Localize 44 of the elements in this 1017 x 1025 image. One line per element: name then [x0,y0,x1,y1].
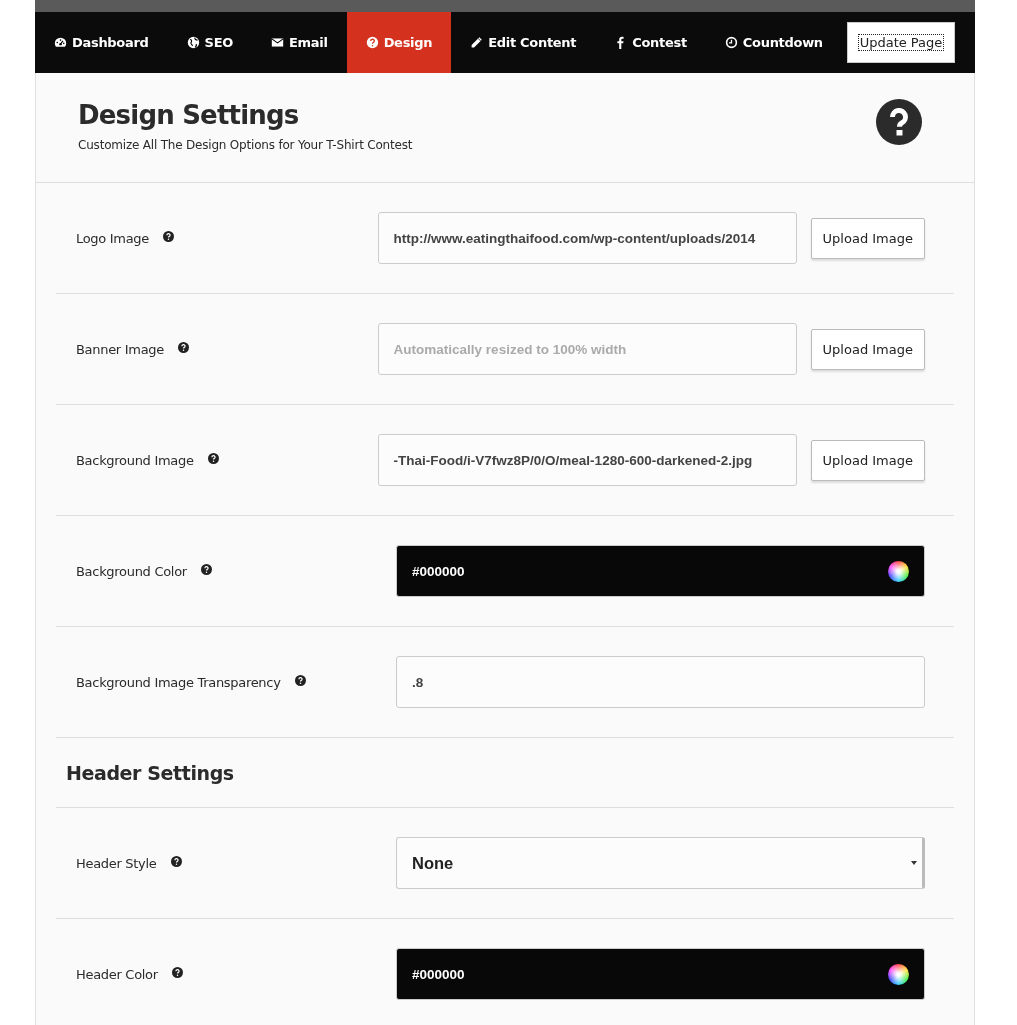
pencil-icon [470,36,484,49]
help-icon [177,341,189,353]
clock-icon [724,36,738,49]
field-label: Logo Image [76,230,150,246]
field-label: Background Image Transparency [76,674,281,690]
field-label: Header Style [76,855,157,871]
field-label: Banner Image [76,341,164,357]
nav-tab[interactable]: SEO [167,12,252,73]
help-icon [170,855,182,867]
help-icon [200,563,212,575]
nav-tab[interactable]: Edit Content [451,12,596,73]
nav-tab[interactable]: Contest [595,12,706,73]
color-wheel-icon[interactable] [888,560,909,582]
page-subtitle: Customize All The Design Options for Your T-Shirt Contest [78,138,413,152]
upload-image-button[interactable]: Upload Image [810,439,925,481]
field-label: Background Image [76,452,194,468]
section-title: Header Settings [66,762,235,784]
input-field[interactable]: #000000 [396,545,925,597]
help-icon [876,98,922,145]
upload-image-button[interactable]: Upload Image [810,217,925,259]
help-icon [294,674,306,686]
nav-tab[interactable]: Countdown [705,12,842,73]
help-icon [171,966,183,978]
question-circle-icon [365,36,379,49]
caret-icon [911,861,917,865]
field-label: Header Color [76,966,158,982]
envelope-icon [271,36,284,49]
upload-image-button[interactable]: Upload Image [810,328,925,370]
input-field[interactable]: .8 [396,656,925,708]
input-field[interactable]: -Thai-Food/i-V7fwz8P/0/O/meal-1280-600-darkened-2.jpg [377,434,797,486]
nav-tab[interactable]: Design [346,12,452,73]
help-icon [163,230,175,242]
input-field[interactable]: http://www.eatingthaifood.com/wp-content/uploads/2014 [377,212,797,264]
page-title: Design Settings [78,100,300,130]
update-page-button[interactable]: Update Page [847,22,955,63]
select-dropdown[interactable]: None [396,837,925,889]
gauge-icon [54,36,67,49]
nav-tab[interactable]: Email [252,12,347,73]
input-field[interactable]: #000000 [396,948,925,1000]
nav-tab[interactable]: Dashboard [35,12,168,73]
color-wheel-icon[interactable] [888,963,909,985]
field-label: Background Color [76,563,187,579]
globe-icon [186,36,200,49]
help-icon [207,452,219,464]
